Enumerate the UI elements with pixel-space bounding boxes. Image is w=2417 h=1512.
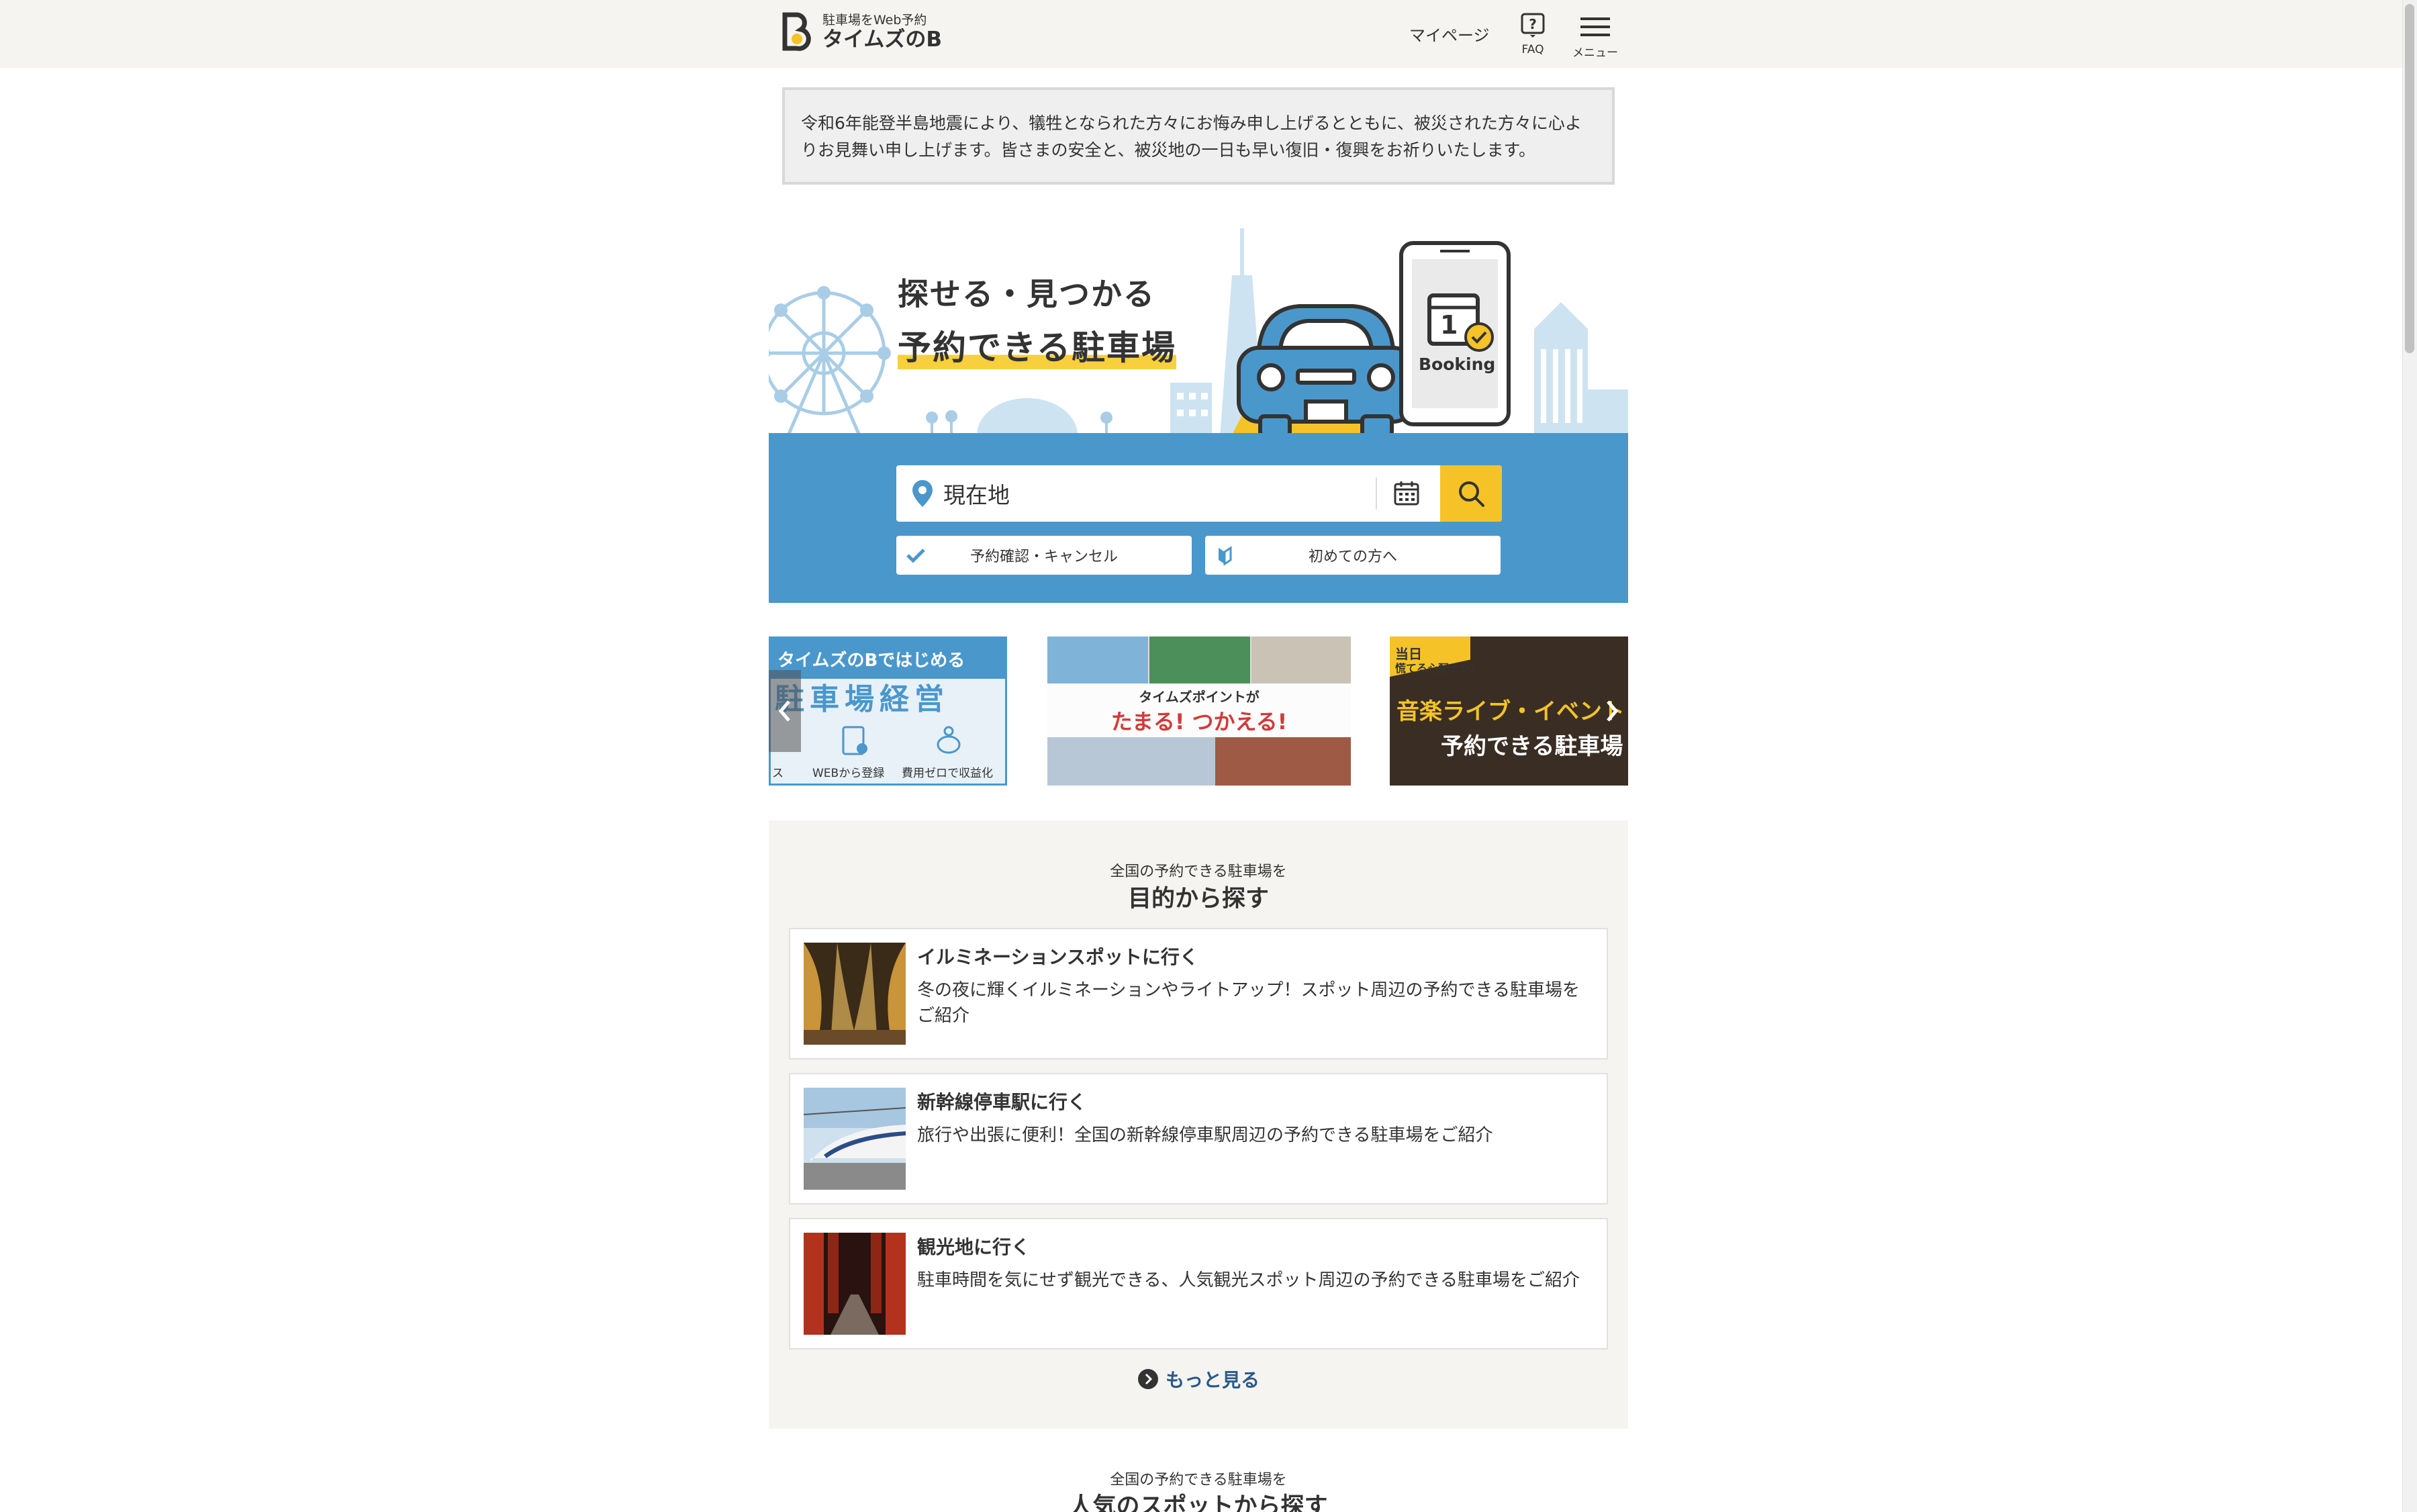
hero-section: 探せる・見つかる 予約できる駐車場 1 Booking 予約確認・キャンセル: [769, 222, 1628, 603]
purpose-section: 全国の予約できる駐車場を 目的から探す イルミネーションスポットに行く 冬の夜に…: [769, 820, 1628, 1429]
banner-carousel: タイムズのBではじめる 駐車場経営 ス WEBから登録 費用ゼロで収益化 タイム…: [769, 636, 1628, 786]
more-label: もっと見る: [1165, 1369, 1260, 1391]
banner3-line1: 音楽ライブ・イベント: [1396, 698, 1625, 725]
more-link[interactable]: もっと見る: [769, 1366, 1628, 1392]
banner1-item2: WEBから登録: [812, 767, 885, 780]
hero-headline-1: 探せる・見つかる: [898, 276, 1155, 312]
calendar-icon[interactable]: [1393, 480, 1420, 507]
banner1-line1: タイムズのBではじめる: [777, 651, 965, 671]
shinkansen-image: [804, 1088, 906, 1190]
beginner-mark-icon: [1219, 546, 1232, 566]
card-title: 新幹線停車駅に行く: [917, 1091, 1087, 1113]
banner-times-point[interactable]: タイムズポイントが たまる! つかえる!: [1047, 636, 1351, 786]
faq-label: FAQ: [1521, 43, 1544, 56]
banner1-item3: 費用ゼロで収益化: [902, 767, 993, 780]
first-time-button[interactable]: 初めての方へ: [1205, 536, 1501, 575]
search-bar: [896, 465, 1502, 522]
popular-title: 人気のスポットから探す: [1069, 1493, 1328, 1512]
carousel-next-button[interactable]: [1596, 670, 1628, 752]
chevron-right-icon: [1607, 700, 1619, 722]
search-icon: [1459, 481, 1484, 507]
purpose-card-shinkansen[interactable]: 新幹線停車駅に行く 旅行や出張に便利！全国の新幹線停車駅周辺の予約できる駐車場を…: [789, 1073, 1608, 1204]
hamburger-icon: [1580, 17, 1610, 36]
reservation-check-button[interactable]: 予約確認・キャンセル: [896, 536, 1192, 575]
menu-button[interactable]: メニュー: [1568, 12, 1622, 60]
banner1-line2: 駐車場経営: [775, 682, 949, 716]
banner3-tag2: 慌てる心配ナシ!: [1395, 662, 1476, 675]
reservation-check-label: 予約確認・キャンセル: [969, 549, 1118, 565]
chevron-left-icon: [778, 700, 790, 722]
menu-label: メニュー: [1572, 46, 1618, 60]
search-input[interactable]: [943, 477, 1360, 510]
phone-booking-label: Booking: [1419, 355, 1496, 374]
location-pin-icon[interactable]: [911, 479, 934, 508]
banner-parking-management[interactable]: タイムズのBではじめる 駐車場経営 ス WEBから登録 費用ゼロで収益化: [769, 636, 1007, 786]
faq-button[interactable]: ? FAQ: [1506, 12, 1560, 56]
logo[interactable]: 駐車場をWeb予約 タイムズのB: [781, 12, 942, 52]
card-title: イルミネーションスポットに行く: [917, 946, 1198, 968]
banner2-line2: たまる! つかえる!: [1110, 709, 1288, 735]
circle-arrow-icon: [1137, 1369, 1158, 1389]
purpose-title: 目的から探す: [1127, 886, 1269, 912]
logo-subtitle: 駐車場をWeb予約: [822, 13, 927, 28]
illumination-image: [804, 943, 906, 1045]
purpose-card-illumination[interactable]: イルミネーションスポットに行く 冬の夜に輝くイルミネーションやライトアップ！スポ…: [789, 928, 1608, 1059]
piggy-bank-icon: [937, 726, 961, 754]
faq-icon: ?: [1521, 13, 1545, 38]
popular-subtitle: 全国の予約できる駐車場を: [1110, 1472, 1287, 1489]
torii-gates-image: [804, 1233, 906, 1335]
scrollbar-thumb[interactable]: [2405, 4, 2414, 353]
purpose-card-sightseeing[interactable]: 観光地に行く 駐車時間を気にせず観光できる、人気観光スポット周辺の予約できる駐車…: [789, 1218, 1608, 1350]
banner-music-live[interactable]: 当日 慌てる心配ナシ! 音楽ライブ・イベント 予約できる駐車場: [1390, 636, 1628, 786]
mypage-link[interactable]: マイページ: [1409, 22, 1490, 46]
checkmark-icon: [906, 549, 925, 563]
site-header: 駐車場をWeb予約 タイムズのB マイページ ? FAQ メニュー: [0, 0, 2402, 68]
earthquake-notice: 令和6年能登半島地震により、犠牲となられた方々にお悔み申し上げるとともに、被災さ…: [782, 87, 1615, 185]
phone-date: 1: [1440, 310, 1458, 340]
svg-text:?: ?: [1529, 16, 1537, 32]
carousel-prev-button[interactable]: [769, 670, 801, 752]
banner2-line1: タイムズポイントが: [1139, 689, 1260, 705]
card-description: 駐車時間を気にせず観光できる、人気観光スポット周辺の予約できる駐車場をご紹介: [917, 1270, 1580, 1290]
logo-b-icon: [782, 12, 811, 51]
banner1-item1: ス: [772, 767, 784, 780]
web-register-icon: [842, 726, 867, 755]
hero-headline-2: 予約できる駐車場: [898, 321, 1176, 369]
search-divider: [1376, 477, 1377, 510]
card-description: 旅行や出張に便利！全国の新幹線停車駅周辺の予約できる駐車場をご紹介: [917, 1125, 1493, 1145]
card-title: 観光地に行く: [917, 1236, 1031, 1258]
search-button[interactable]: [1440, 465, 1502, 522]
purpose-subtitle: 全国の予約できる駐車場を: [1110, 863, 1287, 880]
card-description: 冬の夜に輝くイルミネーションやライトアップ！スポット周辺の予約できる駐車場をご紹…: [917, 980, 1580, 1026]
logo-title: タイムズのB: [822, 28, 943, 52]
first-time-label: 初めての方へ: [1308, 549, 1397, 565]
